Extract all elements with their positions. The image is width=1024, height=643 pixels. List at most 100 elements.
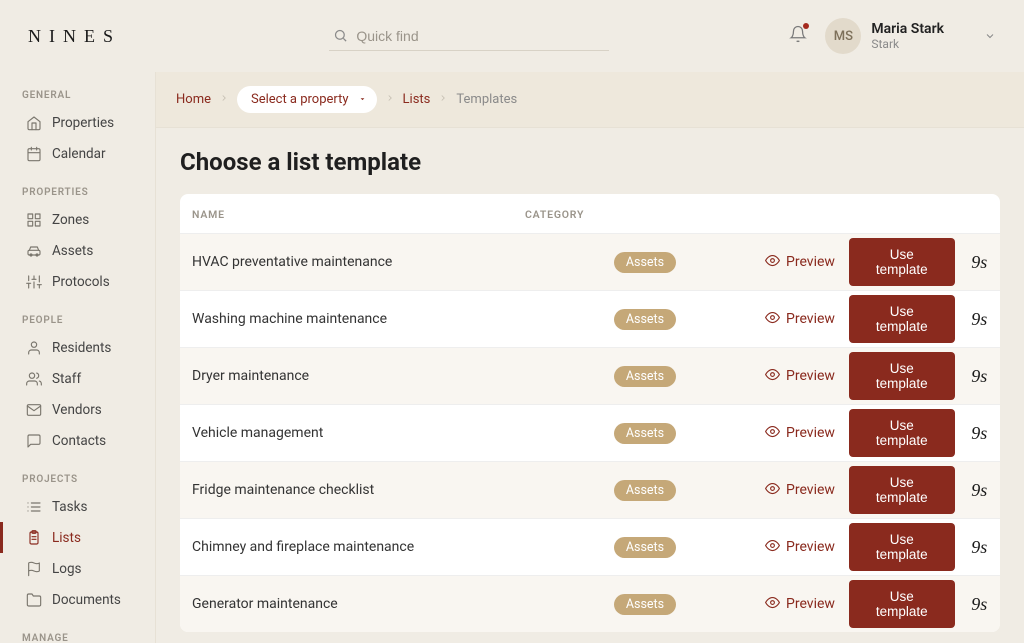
sidebar-group-label: MANAGE xyxy=(0,633,155,643)
sidebar-item-vendors[interactable]: Vendors xyxy=(0,394,155,425)
template-name: HVAC preventative maintenance xyxy=(180,254,525,270)
brand-mark-icon: 9s xyxy=(969,537,990,558)
grid-icon xyxy=(25,211,42,228)
user-menu[interactable]: MS Maria Stark Stark xyxy=(825,18,996,54)
table-row: Vehicle managementAssetsPreviewUse templ… xyxy=(180,404,1000,461)
sidebar-item-calendar[interactable]: Calendar xyxy=(0,138,155,169)
sidebar-item-label: Contacts xyxy=(52,433,106,449)
sidebar-item-label: Residents xyxy=(52,340,111,356)
sidebar-item-lists[interactable]: Lists xyxy=(0,522,155,553)
search-icon xyxy=(333,28,348,43)
car-icon xyxy=(25,242,42,259)
home-icon xyxy=(25,114,42,131)
sidebar-item-assets[interactable]: Assets xyxy=(0,235,155,266)
use-template-button[interactable]: Use template xyxy=(849,466,955,514)
users-icon xyxy=(25,370,42,387)
preview-button[interactable]: Preview xyxy=(765,424,835,443)
chevron-down-icon xyxy=(984,27,996,46)
eye-icon xyxy=(765,595,780,614)
preview-label: Preview xyxy=(786,254,835,270)
template-name: Washing machine maintenance xyxy=(180,311,525,327)
template-name: Vehicle management xyxy=(180,425,525,441)
eye-icon xyxy=(765,310,780,329)
notifications-indicator xyxy=(803,23,809,29)
table-row: HVAC preventative maintenanceAssetsPrevi… xyxy=(180,233,1000,290)
search-input[interactable] xyxy=(356,28,605,44)
sidebar-item-residents[interactable]: Residents xyxy=(0,332,155,363)
use-template-button[interactable]: Use template xyxy=(849,352,955,400)
preview-label: Preview xyxy=(786,311,835,327)
sidebar-item-label: Lists xyxy=(52,530,81,546)
property-selector[interactable]: Select a property xyxy=(237,86,377,113)
sidebar-group-label: PEOPLE xyxy=(0,315,155,332)
category-badge: Assets xyxy=(614,480,676,501)
sidebar-item-label: Documents xyxy=(52,592,121,608)
sidebar-item-label: Assets xyxy=(52,243,93,259)
preview-button[interactable]: Preview xyxy=(765,367,835,386)
sidebar-group-label: PROPERTIES xyxy=(0,187,155,204)
sidebar-item-zones[interactable]: Zones xyxy=(0,204,155,235)
breadcrumb-lists[interactable]: Lists xyxy=(403,92,431,107)
preview-label: Preview xyxy=(786,368,835,384)
sidebar-item-contacts[interactable]: Contacts xyxy=(0,425,155,456)
preview-button[interactable]: Preview xyxy=(765,595,835,614)
category-badge: Assets xyxy=(614,309,676,330)
brand-mark-icon: 9s xyxy=(969,309,990,330)
mail-icon xyxy=(25,401,42,418)
table-header: NAME CATEGORY xyxy=(180,194,1000,233)
template-name: Dryer maintenance xyxy=(180,368,525,384)
preview-button[interactable]: Preview xyxy=(765,481,835,500)
sidebar-item-logs[interactable]: Logs xyxy=(0,553,155,584)
breadcrumb: Home Select a property Lists Templates xyxy=(156,72,1024,128)
caret-down-icon xyxy=(358,92,367,107)
use-template-button[interactable]: Use template xyxy=(849,409,955,457)
table-row: Dryer maintenanceAssetsPreviewUse templa… xyxy=(180,347,1000,404)
column-category: CATEGORY xyxy=(525,208,765,221)
user-icon xyxy=(25,339,42,356)
search-field[interactable] xyxy=(329,22,609,51)
table-row: Generator maintenanceAssetsPreviewUse te… xyxy=(180,575,1000,632)
avatar: MS xyxy=(825,18,861,54)
sidebar-item-properties[interactable]: Properties xyxy=(0,107,155,138)
sidebar-item-documents[interactable]: Documents xyxy=(0,584,155,615)
breadcrumb-home[interactable]: Home xyxy=(176,92,211,107)
user-name: Maria Stark xyxy=(871,21,944,37)
use-template-button[interactable]: Use template xyxy=(849,580,955,628)
sidebar-item-tasks[interactable]: Tasks xyxy=(0,491,155,522)
preview-label: Preview xyxy=(786,596,835,612)
clipboard-icon xyxy=(25,529,42,546)
property-selector-label: Select a property xyxy=(251,92,349,107)
sidebar-item-label: Vendors xyxy=(52,402,102,418)
column-name: NAME xyxy=(180,208,525,221)
chevron-right-icon xyxy=(438,92,448,107)
sidebar-item-label: Properties xyxy=(52,115,114,131)
preview-label: Preview xyxy=(786,425,835,441)
sidebar-item-label: Calendar xyxy=(52,146,106,162)
sidebar-item-label: Protocols xyxy=(52,274,110,290)
preview-button[interactable]: Preview xyxy=(765,538,835,557)
brand-mark-icon: 9s xyxy=(969,252,990,273)
user-subtitle: Stark xyxy=(871,37,944,51)
message-icon xyxy=(25,432,42,449)
sidebar-item-protocols[interactable]: Protocols xyxy=(0,266,155,297)
preview-label: Preview xyxy=(786,539,835,555)
use-template-button[interactable]: Use template xyxy=(849,238,955,286)
brand-mark-icon: 9s xyxy=(969,366,990,387)
sidebar-item-label: Staff xyxy=(52,371,81,387)
main: Home Select a property Lists Templates C… xyxy=(156,72,1024,643)
table-row: Fridge maintenance checklistAssetsPrevie… xyxy=(180,461,1000,518)
use-template-button[interactable]: Use template xyxy=(849,523,955,571)
sidebar-item-staff[interactable]: Staff xyxy=(0,363,155,394)
chevron-right-icon xyxy=(219,92,229,107)
use-template-button[interactable]: Use template xyxy=(849,295,955,343)
preview-button[interactable]: Preview xyxy=(765,253,835,272)
templates-table: NAME CATEGORY HVAC preventative maintena… xyxy=(180,194,1000,632)
notifications-button[interactable] xyxy=(789,25,807,47)
eye-icon xyxy=(765,481,780,500)
flag-icon xyxy=(25,560,42,577)
sidebar: GENERALPropertiesCalendarPROPERTIESZones… xyxy=(0,72,156,643)
sidebar-item-label: Zones xyxy=(52,212,89,228)
brand-mark-icon: 9s xyxy=(969,480,990,501)
eye-icon xyxy=(765,367,780,386)
preview-button[interactable]: Preview xyxy=(765,310,835,329)
